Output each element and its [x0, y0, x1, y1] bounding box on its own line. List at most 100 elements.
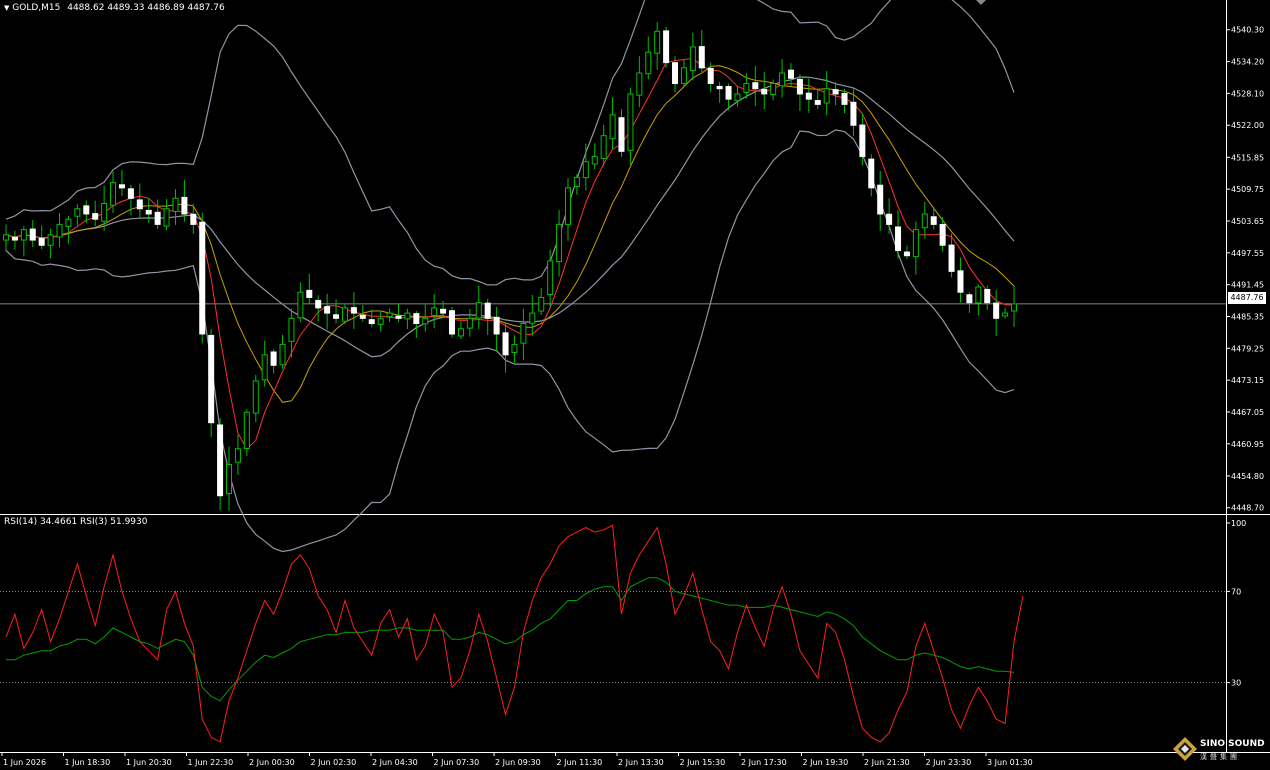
time-tick-label: 3 Jun 01:30	[987, 758, 1033, 767]
candle-body	[47, 234, 54, 246]
candle-body	[627, 93, 634, 151]
candle-body	[939, 223, 946, 246]
candle-body	[377, 317, 384, 325]
candle-body	[288, 317, 295, 342]
price-tick-label: 4479.25	[1231, 344, 1264, 353]
candle-body	[440, 308, 447, 314]
time-tick-label: 2 Jun 21:30	[864, 758, 910, 767]
price-tick-label: 4491.45	[1231, 281, 1264, 290]
candle-body	[234, 448, 241, 463]
price-tick-label: 4534.20	[1231, 58, 1264, 67]
candle-body	[618, 117, 625, 152]
candle-body	[520, 323, 527, 344]
candle-body	[457, 328, 464, 337]
chevron-down-icon[interactable]: ▼	[4, 4, 9, 12]
time-tick-label: 2 Jun 13:30	[618, 758, 664, 767]
candle-body	[333, 314, 340, 319]
candle-body	[975, 286, 982, 304]
candle-body	[948, 244, 955, 272]
candle-body	[413, 313, 420, 325]
candle-body	[538, 296, 545, 312]
candle-body	[903, 251, 910, 257]
candle-body	[118, 184, 125, 189]
candle-body	[725, 86, 732, 100]
time-tick-label: 2 Jun 11:30	[557, 758, 603, 767]
candle-body	[341, 307, 348, 322]
candle-body	[208, 334, 215, 424]
candle-body	[582, 161, 589, 179]
logo-name: SINO SOUND	[1200, 739, 1265, 749]
candle-body	[493, 316, 500, 335]
time-tick-label: 2 Jun 23:30	[926, 758, 972, 767]
candle-body	[930, 216, 937, 225]
candle-body	[877, 184, 884, 215]
candle-body	[431, 307, 438, 317]
price-tick-label: 4522.00	[1231, 121, 1264, 130]
time-tick-label: 1 Jun 18:30	[65, 758, 111, 767]
rsi3-line	[5, 524, 1024, 743]
candle-body	[1002, 312, 1009, 317]
candle-body	[306, 289, 313, 298]
candle-body	[217, 424, 224, 497]
time-tick-label: 2 Jun 04:30	[372, 758, 418, 767]
candle-body	[3, 234, 9, 241]
symbol-label: GOLD,M15	[12, 3, 61, 13]
candle-body	[136, 199, 143, 210]
candle-body	[850, 101, 857, 126]
candle-body	[359, 314, 366, 319]
candle-body	[600, 135, 607, 159]
candle-body	[680, 67, 687, 84]
candle-body	[672, 62, 679, 84]
candle-body	[689, 46, 696, 72]
scroll-marker-icon	[976, 0, 986, 5]
candle-body	[832, 89, 839, 95]
price-tick-label: 4515.85	[1231, 153, 1264, 162]
rsi-tick-label: 100	[1231, 519, 1246, 528]
candle-body	[350, 307, 357, 314]
candlesticks	[3, 22, 1017, 511]
candle-body	[252, 380, 259, 414]
candle-body	[716, 85, 723, 90]
rsi-panel: 100 70 30	[0, 519, 1246, 743]
price-tick-label: 4503.65	[1231, 217, 1264, 226]
time-tick-label: 1 Jun 22:30	[188, 758, 234, 767]
candle-body	[1011, 303, 1017, 312]
candle-body	[921, 213, 928, 229]
candle-body	[886, 213, 893, 225]
candle-body	[181, 196, 188, 215]
price-tick-label: 4509.75	[1231, 185, 1264, 194]
bollinger-lower	[5, 129, 1015, 553]
candle-body	[74, 208, 81, 217]
candle-body	[805, 92, 812, 100]
candle-body	[529, 312, 536, 324]
candle-body	[547, 260, 554, 295]
candle-body	[243, 411, 250, 449]
price-tick-label: 4448.70	[1231, 504, 1264, 513]
candle-body	[511, 343, 518, 353]
candle-body	[226, 463, 233, 494]
time-tick-label: 2 Jun 09:30	[495, 758, 541, 767]
candle-body	[591, 156, 598, 165]
candle-body	[11, 236, 18, 241]
candle-body	[315, 299, 322, 309]
price-tick-label: 4497.55	[1231, 249, 1264, 258]
time-tick-label: 2 Jun 02:30	[311, 758, 357, 767]
candle-body	[556, 223, 563, 263]
candle-body	[422, 317, 429, 325]
candle-body	[707, 67, 714, 84]
candle-body	[279, 343, 286, 366]
candle-body	[895, 226, 902, 251]
time-tick-label: 2 Jun 17:30	[741, 758, 787, 767]
candle-body	[163, 208, 170, 227]
time-tick-label: 2 Jun 00:30	[249, 758, 295, 767]
candle-body	[475, 302, 482, 319]
logo: SINO SOUND 漢聲集團	[1170, 736, 1270, 766]
candle-body	[770, 82, 777, 95]
candle-body	[984, 289, 991, 304]
time-axis: 1 Jun 2026 1 Jun 18:30 1 Jun 20:30 1 Jun 22…	[1, 752, 1033, 767]
candle-body	[966, 294, 973, 304]
candle-body	[814, 100, 821, 105]
price-tick-label: 4460.95	[1231, 440, 1264, 449]
candle-body	[38, 237, 45, 246]
candle-body	[743, 82, 750, 93]
